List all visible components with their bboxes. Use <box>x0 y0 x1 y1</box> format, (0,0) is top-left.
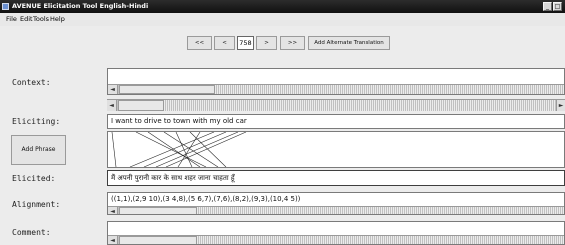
prev-button[interactable]: < <box>214 36 235 50</box>
scroll-thumb[interactable] <box>119 207 197 214</box>
scroll-left-icon[interactable]: ◄ <box>108 85 118 94</box>
context-field[interactable]: ◄ <box>107 68 565 95</box>
scroll-left-icon[interactable]: ◄ <box>108 207 118 214</box>
alignment-label: Alignment: <box>12 200 61 209</box>
comment-field[interactable]: ◄ <box>107 221 565 245</box>
scroll-thumb[interactable] <box>119 236 197 244</box>
add-alternate-translation-button[interactable]: Add Alternate Translation <box>308 36 390 50</box>
last-button[interactable]: >> <box>280 36 305 50</box>
comment-label: Comment: <box>12 228 51 237</box>
context-scrollbar[interactable]: ◄ <box>108 84 564 94</box>
app-icon <box>2 3 9 10</box>
elicited-field[interactable]: मैं अपनी पुरानी कार के साथ शहर जाना चाहत… <box>107 170 565 186</box>
scroll-thumb[interactable] <box>118 100 164 111</box>
first-button[interactable]: << <box>187 36 212 50</box>
scroll-left-icon[interactable]: ◄ <box>107 100 117 111</box>
page-number-input[interactable]: 758 <box>237 36 254 50</box>
scroll-thumb[interactable] <box>119 85 215 94</box>
scroll-left-icon[interactable]: ◄ <box>108 236 118 244</box>
minimize-button[interactable]: _ <box>543 2 552 11</box>
elicited-text: मैं अपनी पुरानी कार के साथ शहर जाना चाहत… <box>111 174 235 182</box>
alignment-field[interactable]: ((1,1),(2,9 10),(3 4,8),(5 6,7),(7,6),(8… <box>107 192 565 215</box>
menu-file[interactable]: File <box>6 13 17 26</box>
alignment-scrollbar[interactable]: ◄ <box>108 206 564 214</box>
elicited-label: Elicited: <box>12 174 56 183</box>
scroll-right-icon[interactable]: ► <box>556 100 565 111</box>
window-title: AVENUE Elicitation Tool English-Hindi <box>12 2 149 10</box>
title-bar: AVENUE Elicitation Tool English-Hindi _ … <box>0 0 565 13</box>
alignment-diagram[interactable] <box>107 131 565 168</box>
menu-edit[interactable]: Edit <box>20 13 33 26</box>
restore-button[interactable]: □ <box>553 2 562 11</box>
next-button[interactable]: > <box>256 36 277 50</box>
alignment-text: ((1,1),(2,9 10),(3 4,8),(5 6,7),(7,6),(8… <box>111 195 301 203</box>
context-label: Context: <box>12 78 51 87</box>
comment-scrollbar[interactable]: ◄ <box>108 235 564 244</box>
menu-bar: File Edit Tools Help <box>0 13 565 26</box>
menu-tools[interactable]: Tools <box>33 13 49 26</box>
add-phrase-button[interactable]: Add Phrase <box>11 135 66 165</box>
eliciting-field[interactable]: I want to drive to town with my old car <box>107 114 565 129</box>
menu-help[interactable]: Help <box>50 13 65 26</box>
alignment-lines <box>111 131 247 168</box>
eliciting-label: Eliciting: <box>12 117 61 126</box>
eliciting-top-scrollbar[interactable]: ◄ ► <box>107 99 565 111</box>
eliciting-text: I want to drive to town with my old car <box>111 117 247 125</box>
